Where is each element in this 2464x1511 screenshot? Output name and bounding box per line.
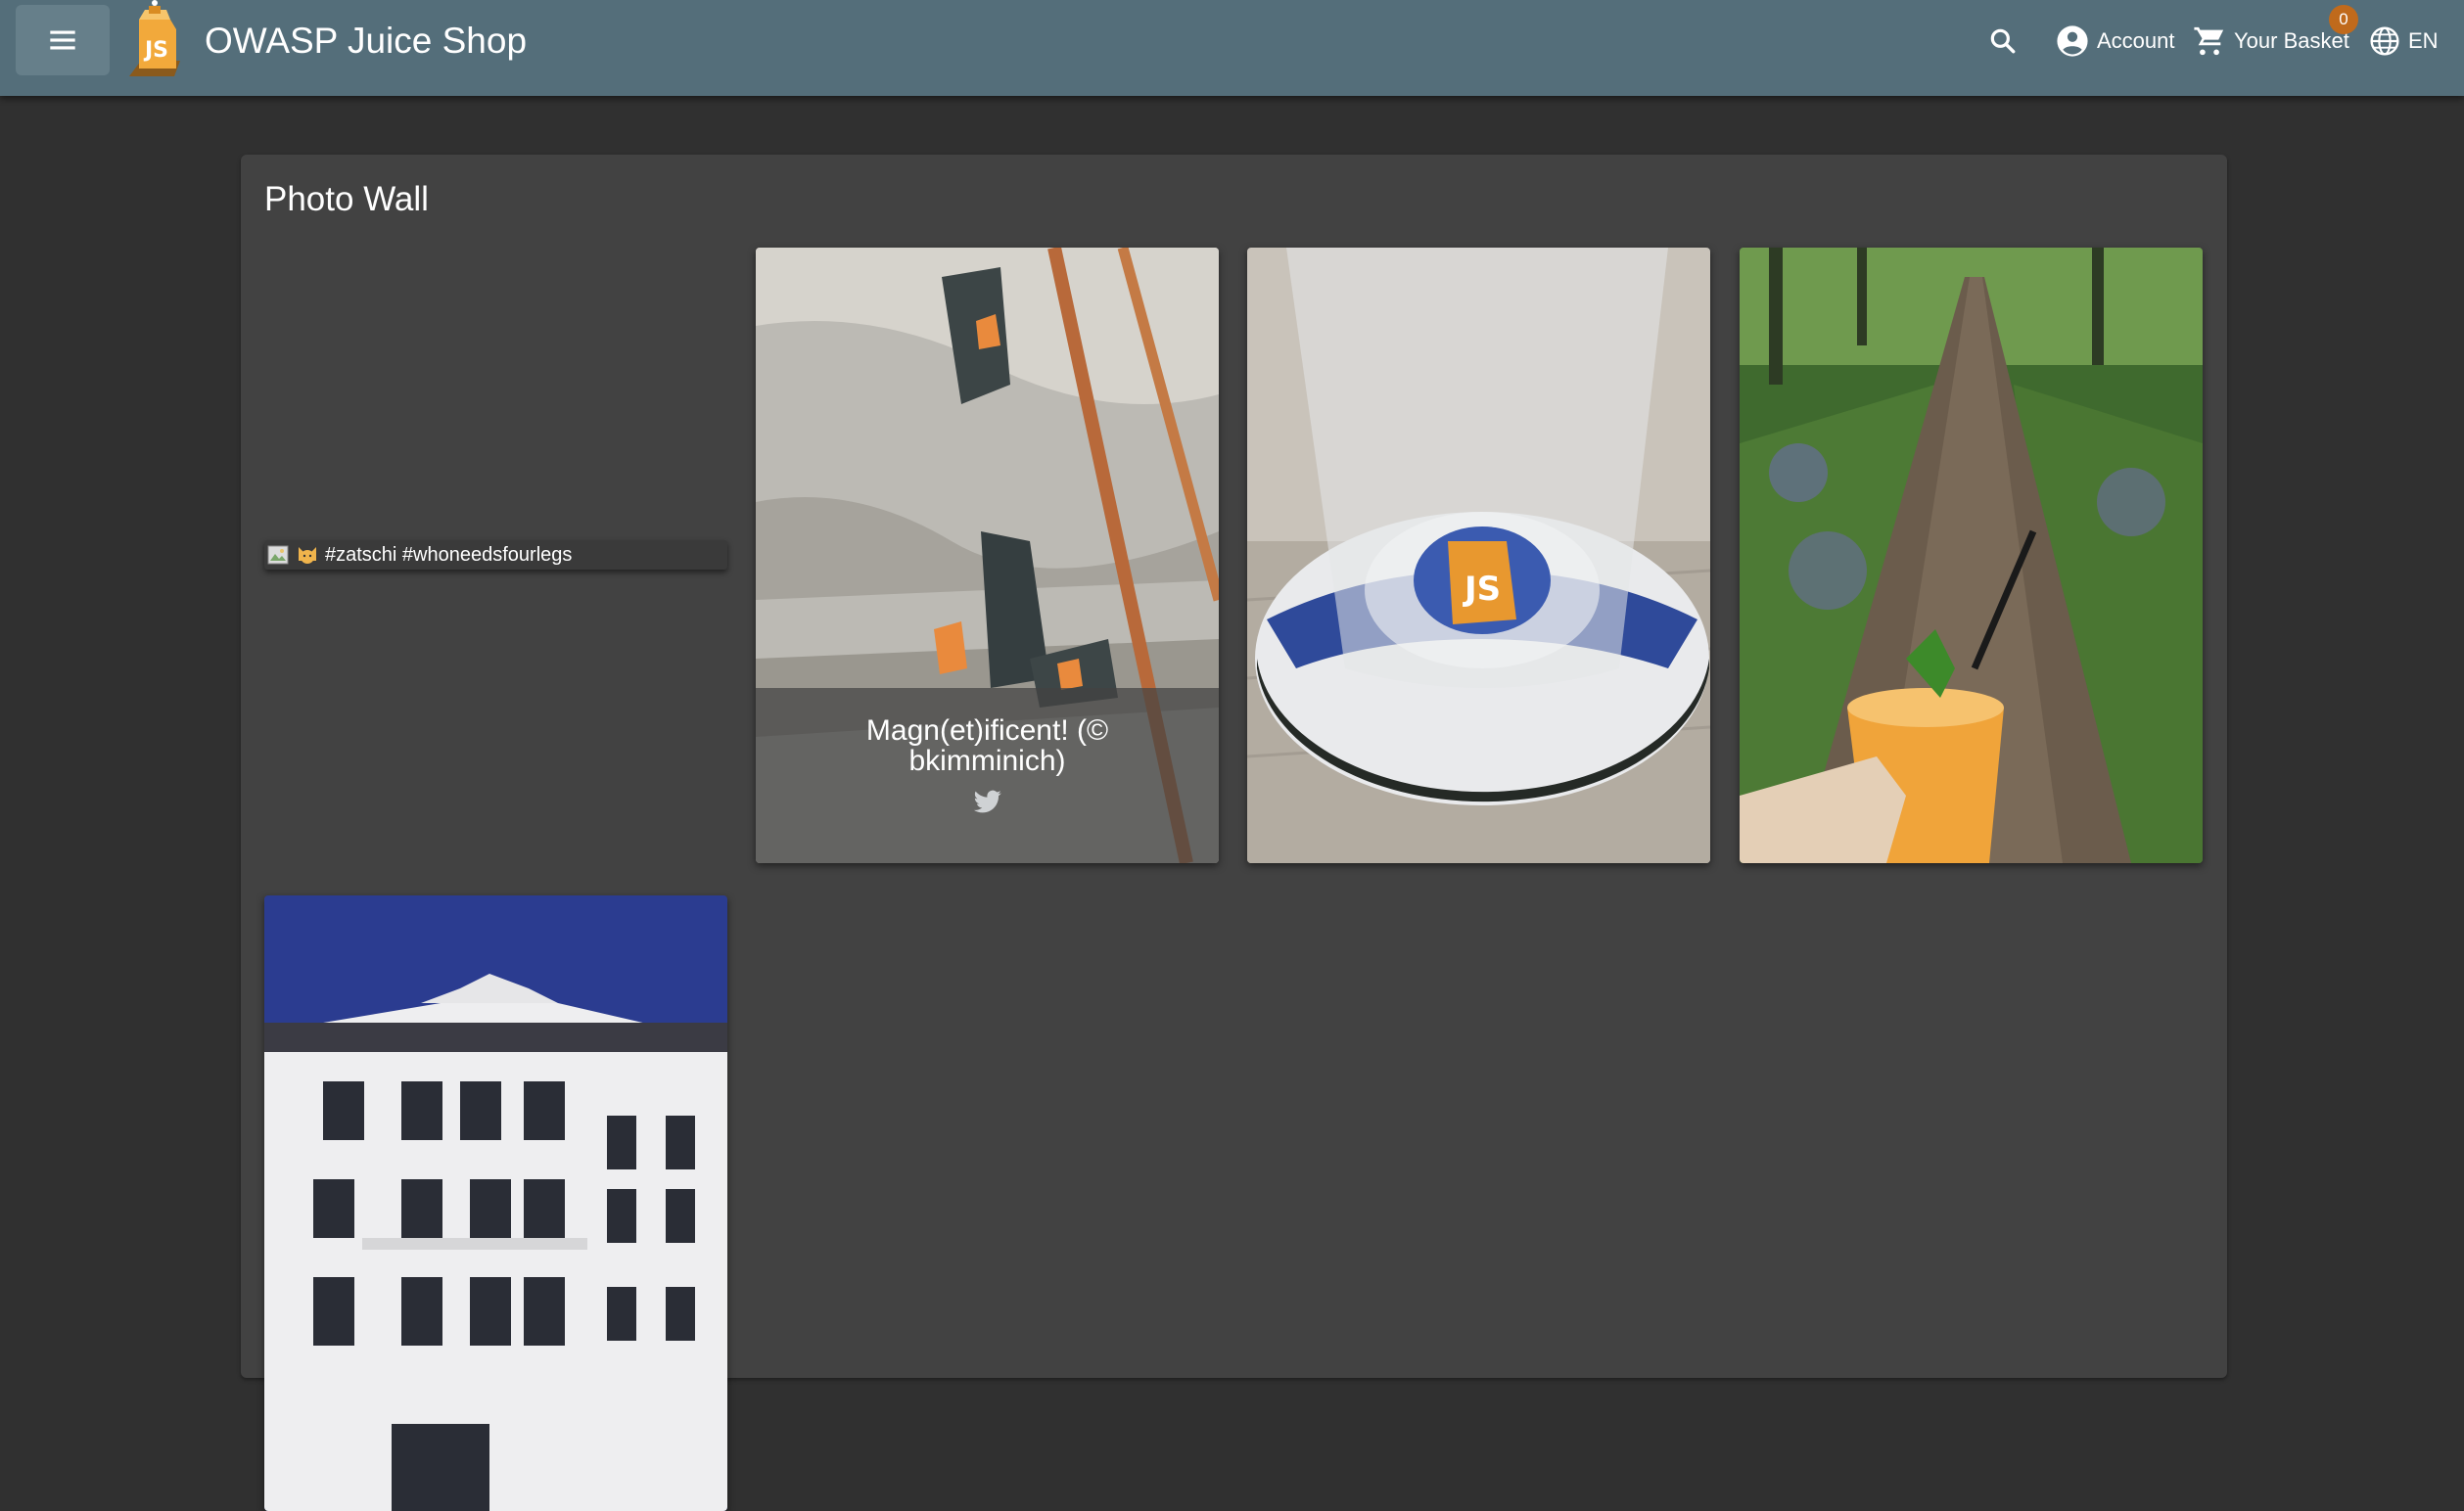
sidenav-menu-button[interactable] [16, 5, 110, 75]
photo-caption: #zatschi #whoneedsfourlegs [325, 543, 573, 566]
twitter-icon[interactable] [973, 790, 1002, 815]
photo-forest [1740, 248, 2203, 863]
account-button[interactable]: Account [2056, 20, 2175, 63]
basket-count-badge: 0 [2329, 5, 2358, 34]
search-icon [1990, 28, 2016, 54]
basket-label: Your Basket [2234, 28, 2349, 53]
photo-tile-building[interactable] [264, 895, 727, 1511]
svg-text:JS: JS [1463, 570, 1501, 609]
photo-caption-overlay: Magn(et)ificent! (© bkimminich) [756, 688, 1219, 863]
basket-button[interactable]: Your Basket [2193, 20, 2349, 63]
photo-wall-card: Photo Wall #zatschi #whoneedsfourlegs Ma… [241, 155, 2227, 1511]
photo-tile-magnets[interactable]: Magn(et)ificent! (© bkimminich) [756, 248, 1219, 863]
shopping-cart-icon [2194, 26, 2224, 56]
page-title: Photo Wall [264, 180, 429, 218]
cat-emoji-icon [299, 547, 316, 564]
language-label: EN [2408, 28, 2439, 53]
photo-tile-broken[interactable]: #zatschi #whoneedsfourlegs [264, 540, 727, 570]
menu-icon [50, 30, 75, 50]
language-button[interactable]: EN [2369, 20, 2439, 63]
language-icon [2370, 26, 2399, 56]
app-title[interactable]: OWASP Juice Shop [205, 21, 527, 62]
search-button[interactable] [1987, 20, 2019, 63]
photo-tile-glass[interactable]: JS [1247, 248, 1710, 863]
photo-caption: Magn(et)ificent! (© bkimminich) [865, 714, 1109, 777]
photo-tile-forest[interactable] [1740, 248, 2203, 863]
broken-image-icon [267, 545, 289, 565]
photo-glass: JS [1247, 248, 1710, 863]
account-label: Account [2097, 28, 2175, 53]
svg-text:JS: JS [143, 38, 168, 63]
top-toolbar: JS OWASP Juice Shop Account Your Basket … [0, 0, 2464, 96]
account-circle-icon [2057, 25, 2088, 57]
photo-building [264, 895, 727, 1511]
juice-shop-logo[interactable]: JS [121, 0, 196, 78]
